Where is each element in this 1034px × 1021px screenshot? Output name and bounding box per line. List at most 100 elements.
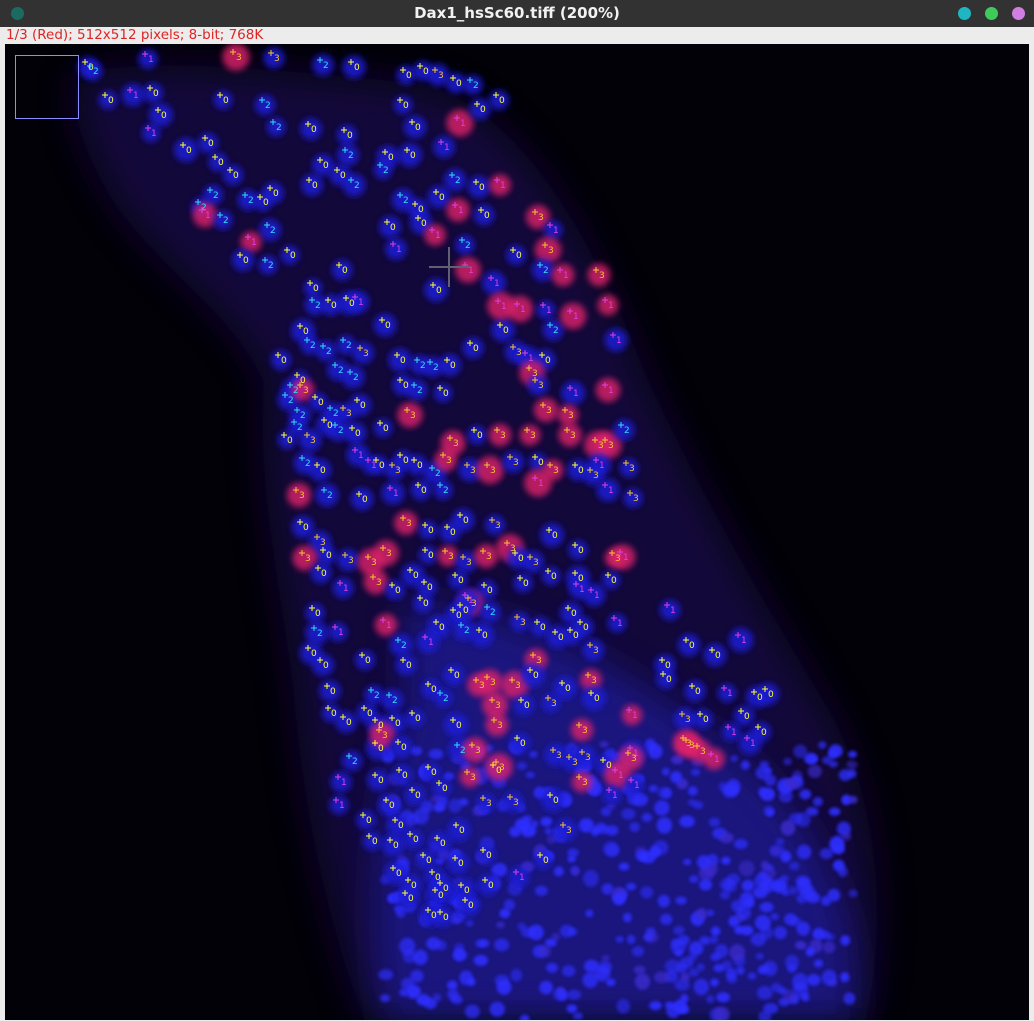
marker-label: 3: [470, 466, 476, 476]
marker-label: 0: [450, 361, 456, 371]
marker-label: 3: [598, 441, 604, 451]
nucleus: [420, 800, 434, 813]
nucleus: [453, 950, 468, 961]
nucleus: [792, 973, 809, 991]
marker-label: 2: [317, 629, 323, 639]
marker-label: 0: [218, 158, 224, 168]
marker-label: 0: [431, 685, 437, 695]
marker-label: 0: [186, 146, 192, 156]
marker-label: 1: [750, 739, 756, 749]
nucleus: [801, 992, 810, 1002]
zoom-navigator-box[interactable]: [15, 55, 79, 119]
marker-label: 0: [611, 576, 617, 586]
marker-label: 0: [486, 851, 492, 861]
marker-label: 0: [440, 839, 446, 849]
marker-label: 1: [617, 619, 623, 629]
window-minimize-icon[interactable]: [958, 7, 971, 20]
nucleus: [634, 973, 651, 990]
nucleus: [621, 808, 636, 820]
marker-label: 1: [520, 305, 526, 315]
marker-label: 3: [475, 746, 481, 756]
nucleus: [734, 925, 744, 935]
nucleus: [529, 750, 538, 758]
image-canvas[interactable]: 0213320003021000220000100100000222120021…: [5, 44, 1029, 1020]
marker-label: 0: [390, 223, 396, 233]
marker-label: 3: [530, 431, 536, 441]
marker-label: 2: [353, 373, 359, 383]
marker-label: 0: [372, 837, 378, 847]
nucleus: [829, 835, 845, 853]
nucleus: [759, 787, 776, 801]
marker-label: 1: [458, 206, 464, 216]
nucleus: [467, 977, 476, 987]
nucleus: [840, 935, 851, 946]
marker-label: 0: [360, 401, 366, 411]
nucleus: [664, 959, 681, 974]
marker-label: 3: [479, 681, 485, 691]
marker-label: 2: [420, 361, 426, 371]
window-menu-icon[interactable]: [1012, 7, 1025, 20]
marker-label: 2: [354, 181, 360, 191]
nucleus: [796, 879, 812, 895]
nucleus: [629, 822, 640, 833]
nucleus: [840, 972, 850, 983]
marker-label: 0: [389, 801, 395, 811]
nucleus: [401, 977, 415, 990]
marker-label: 0: [403, 456, 409, 466]
nucleus: [760, 860, 769, 869]
nucleus: [744, 897, 755, 909]
nucleus: [600, 806, 612, 817]
nucleus: [678, 1005, 690, 1014]
nucleus: [796, 844, 812, 860]
marker-label: 0: [367, 709, 373, 719]
marker-label: 3: [376, 578, 382, 588]
marker-label: 0: [744, 712, 750, 722]
marker-label: 0: [287, 436, 293, 446]
nucleus: [764, 774, 777, 786]
nucleus: [706, 994, 715, 1004]
marker-label: 0: [666, 675, 672, 685]
marker-label: 3: [513, 798, 519, 808]
nucleus: [828, 807, 841, 816]
marker-label: 3: [470, 773, 476, 783]
marker-label: 2: [338, 426, 344, 436]
marker-label: 3: [395, 466, 401, 476]
marker-label: 0: [464, 886, 470, 896]
marker-label: 0: [326, 551, 332, 561]
marker-label: 0: [349, 299, 355, 309]
marker-label: 0: [403, 101, 409, 111]
nucleus: [736, 966, 745, 975]
title-bar[interactable]: Dax1_hsSc60.tiff (200%): [0, 0, 1034, 27]
nucleus: [448, 798, 462, 813]
marker-label: 0: [398, 821, 404, 831]
marker-label: 0: [312, 181, 318, 191]
marker-label: 0: [518, 554, 524, 564]
marker-label: 0: [393, 841, 399, 851]
marker-label: 3: [572, 758, 578, 768]
nucleus: [540, 816, 553, 827]
marker-label: 3: [495, 521, 501, 531]
marker-label: 0: [428, 526, 434, 536]
marker-label: 0: [715, 651, 721, 661]
nucleus: [525, 771, 535, 778]
marker-label: 0: [578, 574, 584, 584]
marker-label: 3: [631, 754, 637, 764]
marker-label: 0: [366, 816, 372, 826]
marker-label: 0: [378, 744, 384, 754]
marker-label: 0: [543, 856, 549, 866]
nucleus: [534, 885, 548, 896]
marker-label: 0: [331, 709, 337, 719]
marker-label: 3: [599, 271, 605, 281]
nucleus: [649, 845, 661, 857]
nucleus: [464, 1004, 480, 1019]
marker-label: 0: [303, 523, 309, 533]
marker-label: 0: [331, 301, 337, 311]
marker-label: 0: [473, 344, 479, 354]
window-maximize-icon[interactable]: [985, 7, 998, 20]
marker-label: 0: [757, 693, 763, 703]
marker-label: 0: [395, 719, 401, 729]
nucleus: [788, 861, 800, 871]
marker-label: 1: [538, 479, 544, 489]
marker-label: 0: [594, 694, 600, 704]
nucleus: [653, 971, 670, 984]
